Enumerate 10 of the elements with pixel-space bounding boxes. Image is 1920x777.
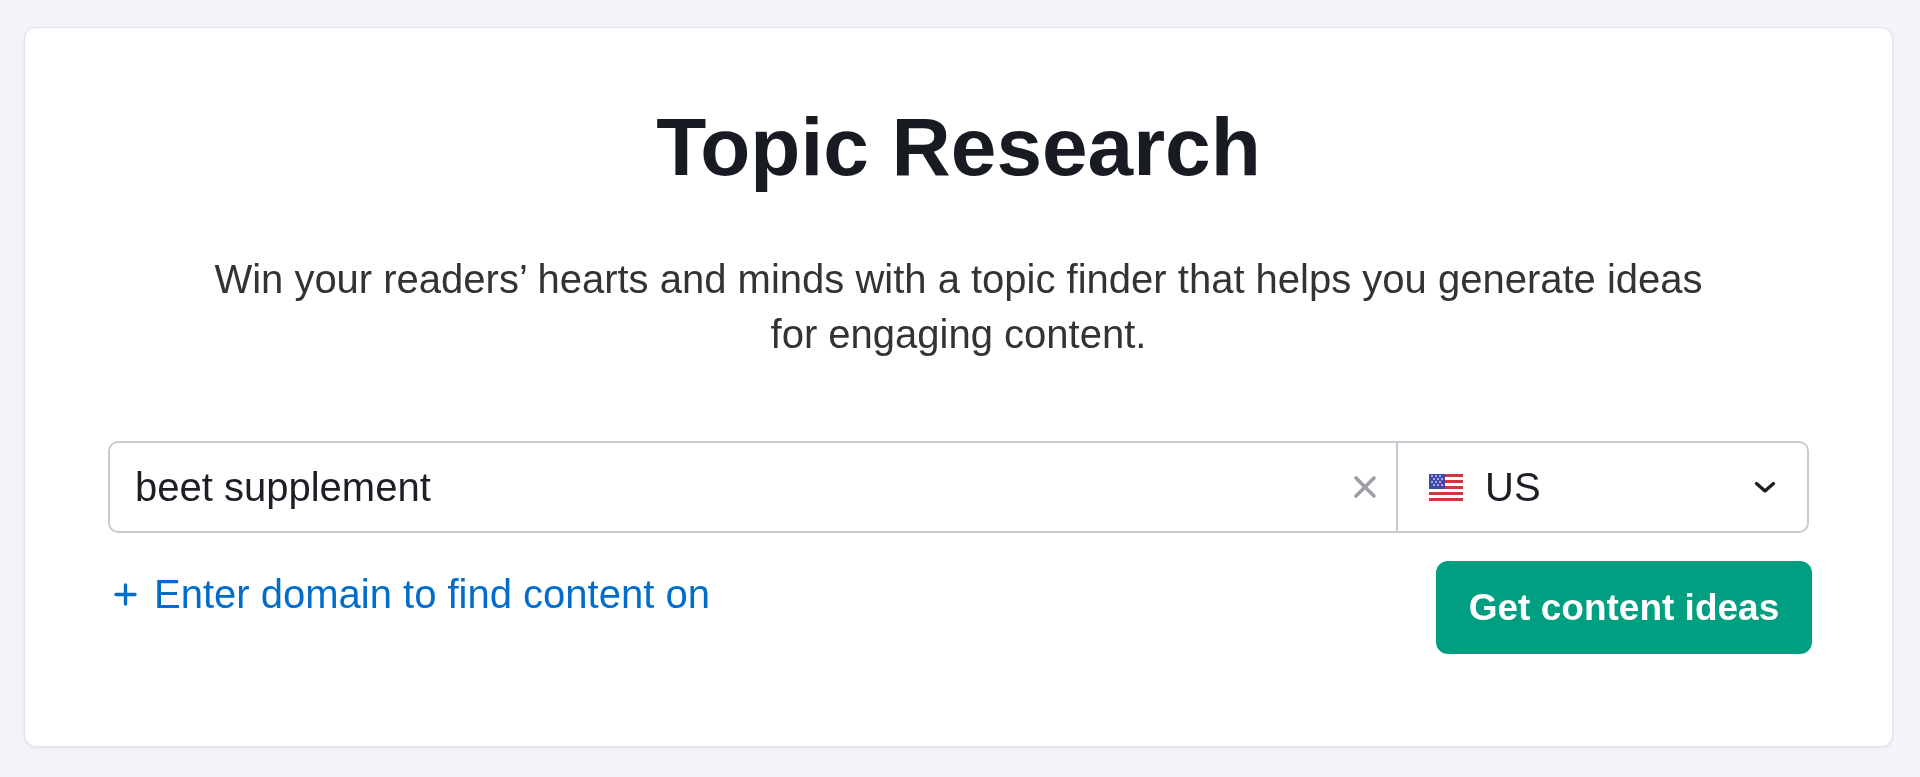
page-description: Win your readers’ hearts and minds with a topic finder that helps you generate ideas for engaging content. (213, 256, 1704, 358)
plus-icon (114, 582, 137, 606)
clear-button[interactable] (1353, 475, 1377, 499)
flag-icon (1429, 473, 1463, 501)
enter-domain-link[interactable]: Enter domain to find content on (114, 571, 710, 617)
country-select[interactable]: US (1398, 441, 1809, 533)
chevron-down-icon (1754, 480, 1776, 494)
page-title: Topic Research (656, 100, 1261, 194)
keyword-input[interactable]: beet supplement (108, 441, 1398, 533)
close-icon (1353, 475, 1377, 499)
